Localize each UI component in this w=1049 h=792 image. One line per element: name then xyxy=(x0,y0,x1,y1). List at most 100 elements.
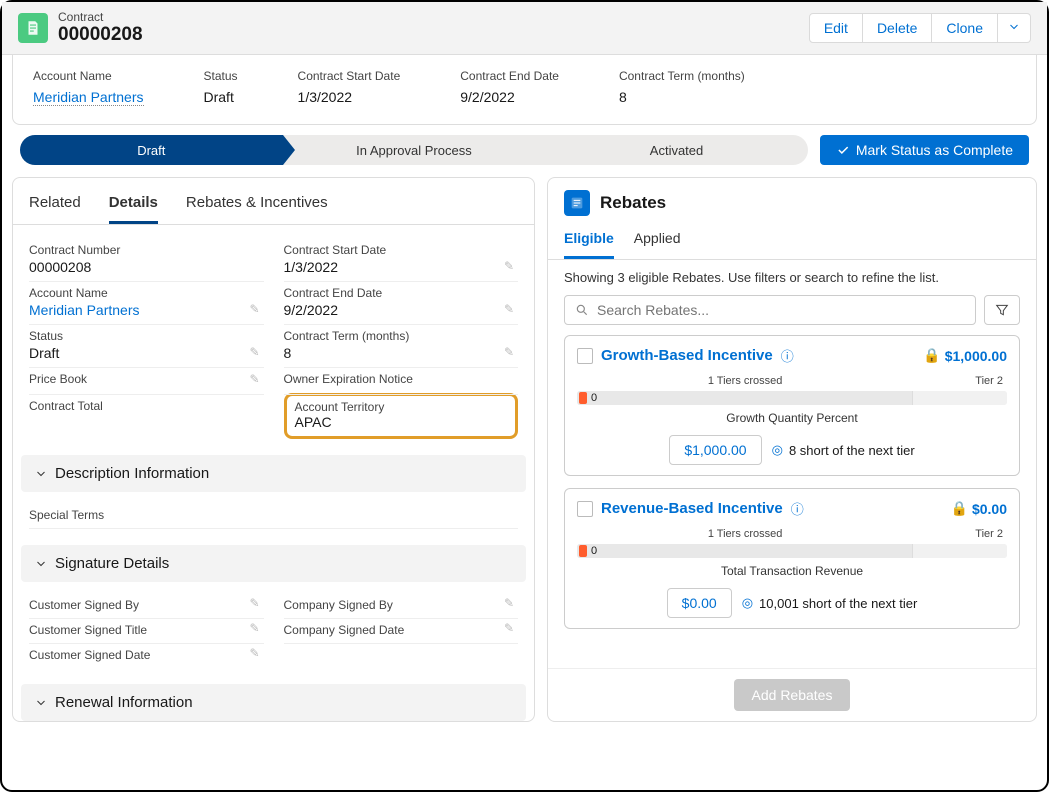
label: Company Signed Date xyxy=(284,623,519,637)
metric-label: Total Transaction Revenue xyxy=(577,564,1007,578)
lock-icon: 🔒 xyxy=(951,500,968,517)
rebates-subtabs: Eligible Applied xyxy=(548,224,1036,260)
target-icon: ◎ xyxy=(772,442,783,458)
add-rebates-button[interactable]: Add Rebates xyxy=(734,679,851,711)
label: Contract Number xyxy=(29,243,264,257)
search-input[interactable] xyxy=(597,302,965,318)
tab-related[interactable]: Related xyxy=(29,188,81,224)
tab-rebates[interactable]: Rebates & Incentives xyxy=(186,188,328,224)
subtab-eligible[interactable]: Eligible xyxy=(564,224,614,259)
summary-bar: Account NameMeridian Partners StatusDraf… xyxy=(12,55,1037,125)
edit-icon[interactable]: ✎ xyxy=(504,621,514,635)
edit-icon[interactable]: ✎ xyxy=(249,372,259,386)
rebate-amount: 🔒$0.00 xyxy=(951,500,1007,517)
label: Status xyxy=(29,329,264,343)
section-renewal[interactable]: Renewal Information xyxy=(21,684,526,721)
filter-icon xyxy=(994,302,1010,318)
target-icon: ◎ xyxy=(742,595,753,611)
edit-icon[interactable]: ✎ xyxy=(504,345,514,359)
value: 8 xyxy=(284,343,519,361)
edit-button[interactable]: Edit xyxy=(809,13,863,43)
rebate-name-link[interactable]: Revenue-Based Incentive xyxy=(601,500,783,517)
label: Owner Expiration Notice xyxy=(284,372,519,386)
edit-icon[interactable]: ✎ xyxy=(504,259,514,273)
rebates-panel: Rebates Eligible Applied Showing 3 eligi… xyxy=(547,177,1037,722)
chevron-down-icon xyxy=(35,697,47,709)
section-signature[interactable]: Signature Details xyxy=(21,545,526,582)
tier-2-label: Tier 2 xyxy=(909,528,1003,540)
columns: Related Details Rebates & Incentives Con… xyxy=(2,177,1047,732)
edit-icon[interactable]: ✎ xyxy=(504,596,514,610)
check-icon xyxy=(836,143,850,157)
lock-icon: 🔒 xyxy=(923,347,940,364)
more-actions-button[interactable] xyxy=(998,13,1031,43)
short-text: 8 short of the next tier xyxy=(789,443,915,458)
path-row: Draft In Approval Process Activated Mark… xyxy=(2,135,1047,177)
details-panel: Related Details Rebates & Incentives Con… xyxy=(12,177,535,722)
record-header: Contract 00000208 Edit Delete Clone xyxy=(2,2,1047,55)
header-actions: Edit Delete Clone xyxy=(809,13,1031,43)
metric-label: Growth Quantity Percent xyxy=(577,411,1007,425)
tab-details[interactable]: Details xyxy=(109,188,158,224)
label: Account Territory xyxy=(295,400,508,414)
value: 00000208 xyxy=(29,257,264,275)
rebates-icon xyxy=(564,190,590,216)
label: Contract End Date xyxy=(284,286,519,300)
clone-button[interactable]: Clone xyxy=(932,13,998,43)
record-number: 00000208 xyxy=(58,24,143,46)
edit-icon[interactable]: ✎ xyxy=(504,302,514,316)
edit-icon[interactable]: ✎ xyxy=(249,646,259,660)
search-icon xyxy=(575,303,589,317)
tier-2-label: Tier 2 xyxy=(909,375,1003,387)
progress-marker xyxy=(579,545,587,557)
account-link[interactable]: Meridian Partners xyxy=(29,300,264,318)
edit-icon[interactable]: ✎ xyxy=(249,621,259,635)
edit-icon[interactable]: ✎ xyxy=(249,596,259,610)
rebate-card: Revenue-Based Incentive ⓘ 🔒$0.00 1 Tiers… xyxy=(564,488,1020,629)
info-icon[interactable]: ⓘ xyxy=(791,499,804,518)
label: Contract Term (months) xyxy=(284,329,519,343)
tiers-crossed: 1 Tiers crossed xyxy=(581,528,909,540)
label: Price Book xyxy=(29,372,264,386)
label: Special Terms xyxy=(29,508,518,522)
edit-icon[interactable]: ✎ xyxy=(249,302,259,316)
chevron-down-icon xyxy=(35,558,47,570)
chevron-down-icon xyxy=(1008,21,1020,33)
progress-bar: 0 xyxy=(577,391,1007,405)
mark-complete-button[interactable]: Mark Status as Complete xyxy=(820,135,1029,165)
value: Draft xyxy=(204,89,238,105)
edit-icon[interactable]: ✎ xyxy=(249,345,259,359)
progress-value: 0 xyxy=(591,391,597,405)
path-step-draft[interactable]: Draft xyxy=(20,135,283,165)
panel-title: Rebates xyxy=(600,193,666,213)
label: Contract Start Date xyxy=(284,243,519,257)
section-title: Signature Details xyxy=(55,555,169,572)
search-input-wrapper[interactable] xyxy=(564,295,976,325)
progress-marker xyxy=(579,392,587,404)
chevron-down-icon xyxy=(35,468,47,480)
delete-button[interactable]: Delete xyxy=(863,13,932,43)
info-icon[interactable]: ⓘ xyxy=(781,346,794,365)
price-button[interactable]: $1,000.00 xyxy=(669,435,761,465)
account-name-link[interactable]: Meridian Partners xyxy=(33,89,144,106)
section-description[interactable]: Description Information xyxy=(21,455,526,492)
rebate-checkbox[interactable] xyxy=(577,348,593,364)
value xyxy=(284,386,519,388)
subtab-applied[interactable]: Applied xyxy=(634,224,681,259)
rebate-checkbox[interactable] xyxy=(577,501,593,517)
label: Customer Signed Title xyxy=(29,623,264,637)
rebate-amount: 🔒$1,000.00 xyxy=(923,347,1007,364)
path-step-activated[interactable]: Activated xyxy=(545,135,808,165)
rebate-name-link[interactable]: Growth-Based Incentive xyxy=(601,347,773,364)
filter-button[interactable] xyxy=(984,295,1020,325)
value xyxy=(29,413,264,415)
price-button[interactable]: $0.00 xyxy=(667,588,732,618)
label: Contract Total xyxy=(29,399,264,413)
entity-label: Contract xyxy=(58,10,143,24)
label: Account Name xyxy=(33,69,144,83)
tiers-crossed: 1 Tiers crossed xyxy=(581,375,909,387)
path-step-approval[interactable]: In Approval Process xyxy=(283,135,546,165)
mark-label: Mark Status as Complete xyxy=(856,142,1013,158)
highlighted-territory: Account Territory APAC xyxy=(284,393,519,439)
value: 9/2/2022 xyxy=(460,89,559,105)
